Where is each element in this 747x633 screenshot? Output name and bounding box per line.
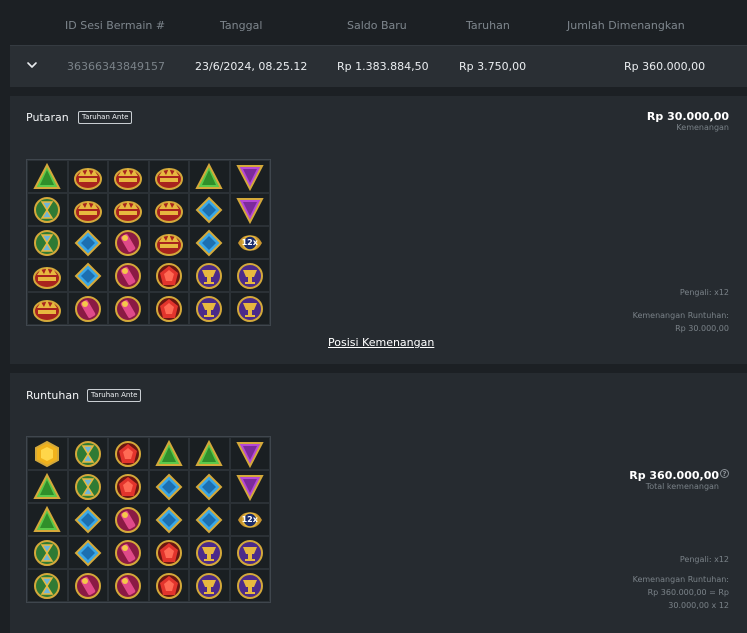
ante-bet-badge: Taruhan Ante [78, 111, 133, 124]
spin-multiplier: Pengali: x12 [679, 288, 729, 297]
spin-win-label: Kemenangan [676, 123, 729, 132]
new-balance: Rp 1.383.884,50 [337, 60, 429, 73]
hourglass-symbol [67, 470, 108, 503]
red-gem-symbol [108, 470, 149, 503]
yellow-gem-symbol [27, 437, 68, 470]
tumble-title: Runtuhan [26, 389, 80, 402]
session-date: 23/6/2024, 08.25.12 [195, 60, 308, 73]
header-bet: Taruhan [466, 19, 510, 32]
tumble-panel: Runtuhan Taruhan Ante 12x Rp 360.000,00?… [10, 373, 747, 633]
hourglass-symbol [67, 437, 108, 470]
crown-symbol [108, 160, 149, 193]
red-gem-symbol [148, 292, 189, 325]
tumble-total-amount: Rp 360.000,00 [629, 469, 719, 482]
tumble-symbol-grid: 12x [26, 436, 271, 603]
green-triangle-symbol [148, 437, 189, 470]
tumble-multiplier: Pengali: x12 [679, 555, 729, 564]
spin-symbol-grid: 12x [26, 159, 271, 326]
blue-diamond-symbol [189, 470, 230, 503]
blue-diamond-symbol [148, 470, 189, 503]
chalice-symbol [229, 536, 270, 569]
purple-triangle-symbol [229, 470, 270, 503]
spin-cascade-label: Kemenangan Runtuhan: [632, 311, 729, 320]
tumble-cascade-label: Kemenangan Runtuhan: [632, 575, 729, 584]
green-triangle-symbol [27, 160, 68, 193]
red-gem-symbol [148, 536, 189, 569]
hourglass-symbol [27, 226, 68, 259]
green-triangle-symbol [189, 437, 230, 470]
ante-bet-badge: Taruhan Ante [87, 389, 142, 402]
blue-diamond-symbol [189, 503, 230, 536]
crown-symbol [27, 292, 68, 325]
green-triangle-symbol [27, 470, 68, 503]
spin-win-amount: Rp 30.000,00 [646, 110, 729, 123]
chalice-symbol [229, 259, 270, 292]
blue-diamond-symbol [189, 193, 230, 226]
purple-triangle-symbol [229, 437, 270, 470]
header-won: Jumlah Dimenangkan [567, 19, 685, 32]
tumble-cascade-line1: Rp 360.000,00 = Rp [647, 588, 729, 597]
purple-triangle-symbol [229, 160, 270, 193]
blue-diamond-symbol [67, 259, 108, 292]
table-row[interactable]: 36366343849157 23/6/2024, 08.25.12 Rp 1.… [10, 45, 747, 87]
chalice-symbol [229, 569, 270, 602]
ring-symbol [108, 259, 149, 292]
tumble-total-label: Total kemenangan [645, 482, 719, 491]
tumble-cascade-line2: 30.000,00 x 12 [668, 601, 729, 610]
blue-diamond-symbol [67, 503, 108, 536]
chevron-down-icon[interactable] [25, 58, 39, 72]
chalice-symbol [189, 259, 230, 292]
chalice-symbol [189, 536, 230, 569]
chalice-symbol [189, 292, 230, 325]
header-date: Tanggal [220, 19, 263, 32]
hourglass-symbol [27, 569, 68, 602]
crown-symbol [67, 193, 108, 226]
ring-symbol [108, 536, 149, 569]
green-triangle-symbol [27, 503, 68, 536]
red-gem-symbol [148, 259, 189, 292]
ring-symbol [108, 503, 149, 536]
multiplier-symbol: 12x [229, 503, 270, 536]
ring-symbol [108, 292, 149, 325]
crown-symbol [27, 259, 68, 292]
crown-symbol [67, 160, 108, 193]
crown-symbol [108, 193, 149, 226]
green-triangle-symbol [189, 160, 230, 193]
hourglass-symbol [27, 536, 68, 569]
ring-symbol [67, 292, 108, 325]
header-session-id: ID Sesi Bermain # [65, 19, 166, 32]
header-balance: Saldo Baru [347, 19, 407, 32]
spin-panel: Putaran Taruhan Ante 12x Rp 30.000,00 Ke… [10, 96, 747, 364]
crown-symbol [148, 160, 189, 193]
spin-cascade-value: Rp 30.000,00 [675, 324, 729, 333]
bet-amount: Rp 3.750,00 [459, 60, 527, 73]
hourglass-symbol [27, 193, 68, 226]
red-gem-symbol [108, 437, 149, 470]
crown-symbol [148, 193, 189, 226]
ring-symbol [108, 569, 149, 602]
blue-diamond-symbol [189, 226, 230, 259]
won-amount: Rp 360.000,00 [624, 60, 706, 73]
ring-symbol [67, 569, 108, 602]
session-id: 36366343849157 [67, 60, 165, 73]
help-icon[interactable]: ? [720, 469, 729, 478]
multiplier-symbol: 12x [229, 226, 270, 259]
crown-symbol [148, 226, 189, 259]
red-gem-symbol [148, 569, 189, 602]
chalice-symbol [229, 292, 270, 325]
purple-triangle-symbol [229, 193, 270, 226]
blue-diamond-symbol [67, 536, 108, 569]
chalice-symbol [189, 569, 230, 602]
spin-title: Putaran [26, 111, 69, 124]
table-header: ID Sesi Bermain # Tanggal Saldo Baru Tar… [10, 5, 747, 45]
ring-symbol [108, 226, 149, 259]
blue-diamond-symbol [67, 226, 108, 259]
winning-positions-link[interactable]: Posisi Kemenangan [328, 336, 434, 349]
blue-diamond-symbol [148, 503, 189, 536]
